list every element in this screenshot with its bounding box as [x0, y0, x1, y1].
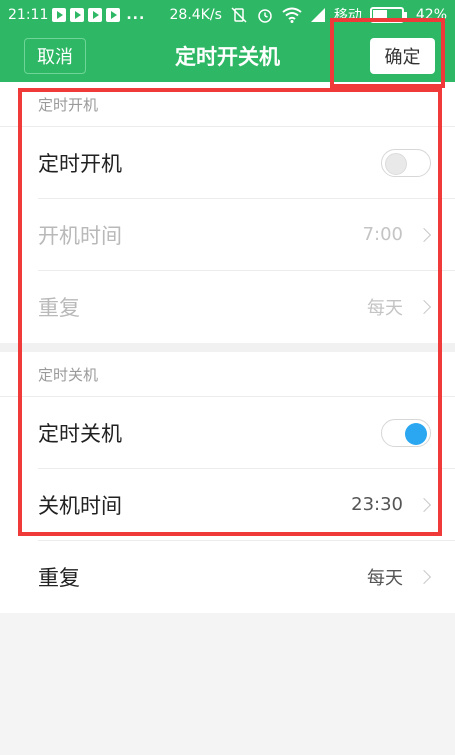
notification-video-icon: [70, 8, 85, 22]
highlight-box-confirm: [330, 18, 445, 88]
alarm-icon: [256, 6, 274, 24]
power-off-repeat-row[interactable]: 重复 每天: [38, 541, 455, 613]
highlight-box-list: [18, 88, 442, 536]
signal-icon: [310, 7, 326, 23]
chevron-right-icon: [416, 569, 432, 585]
network-speed: 28.4K/s: [169, 7, 222, 23]
notification-video-icon: [88, 8, 103, 22]
vibrate-off-icon: [230, 6, 248, 24]
power-off-repeat-value: 每天: [367, 568, 403, 589]
power-off-repeat-label: 重复: [38, 566, 80, 590]
cancel-button[interactable]: 取消: [24, 38, 86, 74]
wifi-icon: [282, 7, 302, 23]
notification-video-icon: [52, 8, 67, 22]
more-notifications-indicator: ...: [126, 7, 146, 23]
notification-video-icon: [106, 8, 121, 22]
status-time: 21:11: [8, 7, 49, 23]
